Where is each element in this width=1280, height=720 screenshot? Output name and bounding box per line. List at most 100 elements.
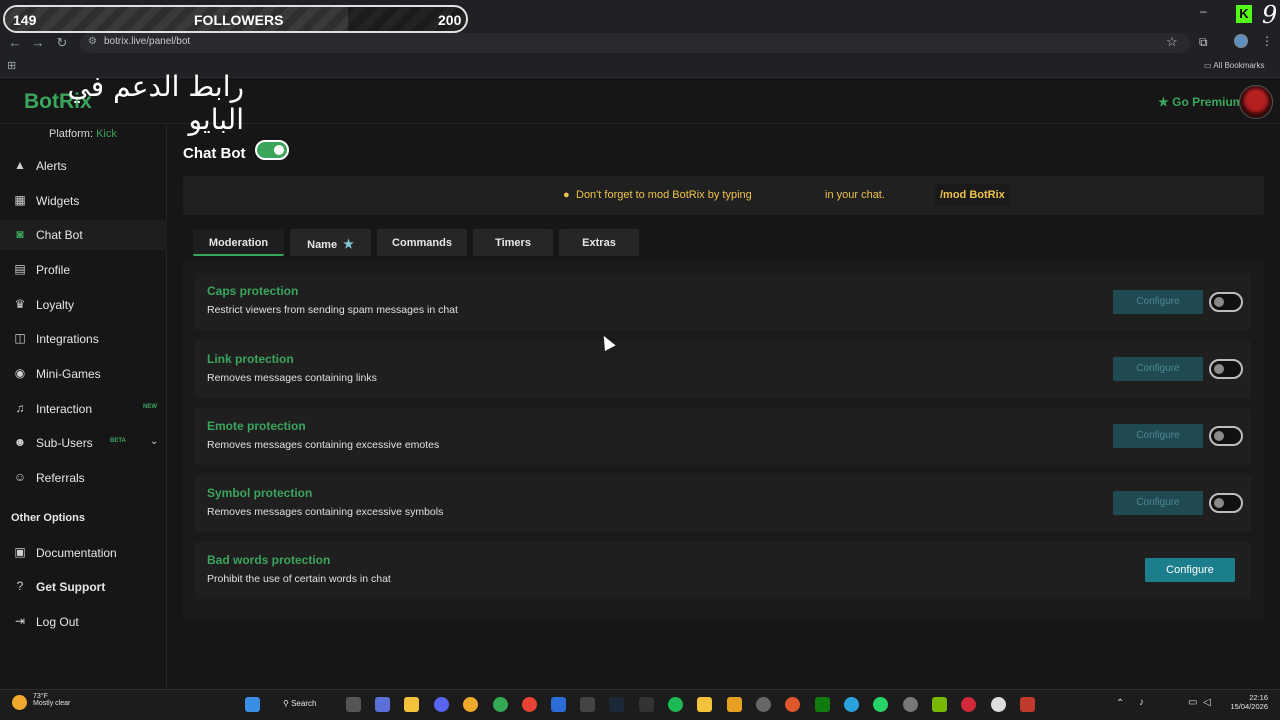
sidebar-item-integrations[interactable]: ◫ Integrations [0,324,167,354]
tab-moderation[interactable]: Moderation [193,229,284,256]
new-badge: NEW [143,404,157,410]
emote-configure-button[interactable]: Configure [1113,424,1203,448]
sidebar-item-sub-users[interactable]: ☻ Sub-Users BETA ⌄ [0,428,167,458]
weather-text: Mostly clear [33,700,71,707]
weather-widget[interactable]: 73°F Mostly clear [33,693,70,707]
sidebar-item-label: Integrations [36,332,99,346]
telegram-icon[interactable] [844,697,859,712]
app2-icon[interactable] [727,697,742,712]
xbox-icon[interactable] [815,697,830,712]
reload-icon[interactable]: ↻ [54,35,70,51]
bookmark-star-icon[interactable]: ☆ [1166,34,1178,50]
sidebar-item-mini-games[interactable]: ◉ Mini-Games [0,359,167,389]
referrals-icon: ☺ [13,470,27,484]
sidebar-item-referrals[interactable]: ☺ Referrals [0,463,167,493]
sidebar-item-get-support[interactable]: ? Get Support [0,572,167,602]
mod-notice: ● Don't forget to mod BotRix by typing /… [183,176,1264,215]
sidebar-item-label: Widgets [36,194,80,208]
tab-commands[interactable]: Commands [377,229,467,256]
back-icon[interactable]: ← [7,35,23,50]
trophy-icon: ♛ [14,297,26,311]
gamepad-icon: ◉ [14,366,26,380]
whatsapp-icon[interactable] [873,697,888,712]
sidebar-item-log-out[interactable]: ⇥ Log Out [0,607,167,637]
discord-icon[interactable] [434,697,449,712]
settings-icon[interactable] [991,697,1006,712]
tab-label: Commands [392,237,452,249]
symbol-configure-button[interactable]: Configure [1113,491,1203,515]
card-title: Symbol protection [207,486,313,500]
url-text: botrix.live/panel/bot [104,36,191,47]
sidebar-item-documentation[interactable]: ▣ Documentation [0,538,167,568]
start-icon[interactable] [245,697,260,712]
app7-icon[interactable] [1020,697,1035,712]
go-premium-button[interactable]: ★ Go Premium [1158,95,1243,109]
sidebar-item-profile[interactable]: ▤ Profile [0,255,167,285]
tab-name[interactable]: Name ★ [290,229,371,256]
app3-icon[interactable] [756,697,771,712]
caps-protection-toggle[interactable] [1209,292,1243,312]
mail-icon[interactable] [551,697,566,712]
warning-icon: ▲ [14,158,26,172]
app-icon[interactable] [463,697,478,712]
app6-icon[interactable] [961,697,976,712]
steam-icon[interactable] [609,697,624,712]
task-view-icon[interactable] [346,697,361,712]
emote-protection-toggle[interactable] [1209,426,1243,446]
chrome-profile-icon[interactable] [522,697,537,712]
bad-words-configure-button[interactable]: Configure [1145,558,1235,582]
minimize-icon[interactable]: – [1200,4,1207,18]
microphone-icon[interactable]: ♪ [1139,697,1144,708]
sidebar-item-alerts[interactable]: ▲ Alerts [0,151,167,181]
card-description: Restrict viewers from sending spam messa… [207,304,458,316]
sidebar-item-label: Mini-Games [36,367,101,381]
taskbar-search[interactable]: ⚲ Search [278,695,330,713]
calculator-icon[interactable] [639,697,654,712]
sidebar-item-interaction[interactable]: ♫ Interaction NEW [0,394,167,424]
grid-icon: ▦ [14,193,26,207]
symbol-protection-toggle[interactable] [1209,493,1243,513]
sidebar-item-widgets[interactable]: ▦ Widgets [0,186,167,216]
copilot-icon[interactable] [375,697,390,712]
browser-menu-icon[interactable]: ⋮ [1261,34,1273,48]
tab-timers[interactable]: Timers [473,229,553,256]
browser-profile-avatar[interactable] [1234,34,1248,48]
app4-icon[interactable] [785,697,800,712]
file-explorer-icon[interactable] [404,697,419,712]
tray-chevron-icon[interactable]: ⌃ [1116,698,1124,709]
robot-icon: ◙ [16,227,24,241]
system-clock[interactable]: 22:16 15/04/2026 [1224,693,1268,711]
sidebar-item-loyalty[interactable]: ♛ Loyalty [0,290,167,320]
network-icon[interactable]: ▭ [1188,697,1197,708]
weather-icon[interactable] [12,695,27,710]
sidebar-item-chat-bot[interactable]: ◙ Chat Bot [0,220,167,250]
user-avatar[interactable] [1239,85,1273,119]
weather-temp: 73°F [33,693,48,700]
followers-goal: 200 [438,12,462,28]
tab-extras[interactable]: Extras [559,229,639,256]
caps-configure-button[interactable]: Configure [1113,290,1203,314]
link-protection-toggle[interactable] [1209,359,1243,379]
address-bar[interactable]: ⚙ botrix.live/panel/bot [80,33,1190,53]
volume-icon[interactable]: ◁ [1203,697,1211,708]
nvidia-icon[interactable] [932,697,947,712]
sidebar-item-label: Sub-Users [36,436,93,450]
spotify-icon[interactable] [668,697,683,712]
search-icon: ⚲ [283,699,289,708]
tab-label: Extras [582,237,616,249]
all-bookmarks-link[interactable]: ▭ All Bookmarks [1204,61,1264,70]
forward-icon[interactable]: → [30,35,46,50]
other-options-title: Other Options [11,512,85,524]
extensions-icon[interactable]: ⧉ [1199,35,1208,50]
link-configure-button[interactable]: Configure [1113,357,1203,381]
rockstar-icon[interactable] [697,697,712,712]
chrome-icon[interactable] [493,697,508,712]
obs-icon[interactable] [580,697,595,712]
music-icon: ♫ [15,401,25,415]
chevron-down-icon[interactable]: ⌄ [150,436,158,447]
chat-bot-toggle[interactable] [255,140,289,160]
app5-icon[interactable] [903,697,918,712]
emote-protection-card: Emote protection Removes messages contai… [195,408,1251,465]
site-info-icon[interactable]: ⚙ [88,36,97,47]
sidebar-item-label: Get Support [36,580,106,594]
